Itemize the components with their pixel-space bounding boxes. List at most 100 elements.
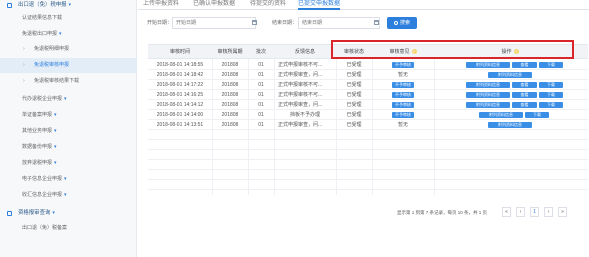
sidebar-item-agent-declare[interactable]: 代办退税企业申报 ▾ bbox=[0, 92, 137, 107]
sidebar-item-export-declare[interactable]: 免退税出口申报 ▾ bbox=[0, 27, 137, 42]
tab-upload[interactable]: 上传申报资料 bbox=[143, 0, 179, 10]
download-button[interactable]: 下载 bbox=[539, 92, 563, 98]
table-row-empty bbox=[148, 170, 588, 180]
column-header-feedback[interactable]: 反馈信息 bbox=[274, 45, 336, 59]
search-button[interactable]: 搜索 bbox=[387, 17, 417, 29]
attachment-info-button[interactable]: 附列资料信息 bbox=[466, 92, 510, 98]
table-row: 2018-08-01 14:14:00 201808 01 挡板不予办理 已受理… bbox=[148, 110, 588, 120]
last-page-button[interactable]: » bbox=[558, 207, 567, 217]
view-button[interactable]: 查看 bbox=[512, 92, 537, 98]
table-row: 2018-08-01 14:13:51 201808 01 正式申报审查，问..… bbox=[148, 120, 588, 130]
download-button[interactable]: 下载 bbox=[539, 82, 563, 88]
cell-opinion: 不予审核 bbox=[372, 80, 434, 90]
sidebar-item-review-result-download[interactable]: › 免退税审核结果下载 bbox=[0, 74, 137, 89]
cell-status: 已受理 bbox=[346, 122, 362, 128]
chevron-down-icon: ▾ bbox=[54, 128, 57, 134]
attachment-info-button[interactable]: 附列资料信息 bbox=[479, 112, 523, 118]
sidebar-item-waive-refund[interactable]: 放弃退税申报 ▾ bbox=[0, 156, 137, 171]
table-row: 2018-08-01 14:16:25 201808 01 正式申报审核不可..… bbox=[148, 90, 588, 100]
attachment-info-button[interactable]: 附列资料信息 bbox=[466, 102, 510, 108]
document-icon bbox=[7, 211, 12, 216]
cell-review-time: 2018-08-01 14:14:12 bbox=[156, 102, 204, 108]
chevron-down-icon: ▾ bbox=[68, 2, 72, 8]
cell-feedback[interactable]: 正式申报审查，问... bbox=[274, 100, 336, 110]
table-row-empty bbox=[148, 180, 588, 190]
first-page-button[interactable]: « bbox=[502, 207, 511, 217]
cell-feedback[interactable]: 正式申报审查，问... bbox=[274, 120, 336, 130]
cell-batch: 01 bbox=[258, 122, 264, 128]
download-button[interactable]: 下载 bbox=[539, 62, 563, 68]
cell-feedback[interactable]: 正式申报审核不可... bbox=[274, 90, 336, 100]
view-button[interactable]: 查看 bbox=[512, 102, 537, 108]
table-row: 2018-08-01 14:18:55 201808 01 正式申报审核不可..… bbox=[148, 60, 588, 70]
sidebar-item-cert-download[interactable]: 认证结果信息下载 bbox=[0, 11, 137, 26]
attachment-info-button[interactable]: 附列资料信息 bbox=[466, 82, 510, 88]
reject-review-button[interactable]: 不予审核 bbox=[392, 101, 414, 108]
chevron-down-icon: ▾ bbox=[54, 160, 57, 166]
cell-review-time: 2018-08-01 14:18:42 bbox=[156, 72, 204, 78]
tab-bar: 上传申报资料 已确认申报数据 待提交的资料 已提交申报数据 bbox=[138, 0, 589, 10]
download-button[interactable]: 下载 bbox=[525, 112, 549, 118]
table-row-empty bbox=[148, 150, 588, 160]
cell-feedback[interactable]: 正式申报审核不可... bbox=[274, 60, 336, 70]
cell-feedback[interactable]: 正式申报审核不可... bbox=[274, 80, 336, 90]
sidebar-item-review-declare[interactable]: › 免退税审核申报 bbox=[0, 58, 137, 73]
cell-status: 已受理 bbox=[346, 82, 362, 88]
highlight-box bbox=[331, 40, 574, 59]
cell-review-time: 2018-08-01 14:13:51 bbox=[156, 122, 204, 128]
pagination-summary: 显示第 1 到第 7 条记录，每页 10 条，共 1 页 bbox=[397, 210, 488, 215]
cell-status: 已受理 bbox=[346, 112, 362, 118]
sidebar-item-other-business[interactable]: 其他业务申报 ▾ bbox=[0, 124, 137, 139]
sidebar-item-refund-record[interactable]: 出口退（免）税备案 bbox=[0, 221, 137, 236]
main-panel: 上传申报资料 已确认申报数据 待提交的资料 已提交申报数据 开始日期： 结束日期… bbox=[138, 0, 589, 257]
attachment-info-button[interactable]: 附列资料信息 bbox=[488, 122, 532, 128]
table-row: 2018-08-01 14:14:12 201808 01 正式申报审查，问..… bbox=[148, 100, 588, 110]
tab-confirmed[interactable]: 已确认申报数据 bbox=[193, 0, 235, 10]
sidebar-item-document-record[interactable]: 单证备案申报 ▾ bbox=[0, 108, 137, 123]
reject-review-button[interactable]: 不予审核 bbox=[392, 111, 414, 118]
reject-review-button[interactable]: 不予审核 bbox=[392, 81, 414, 88]
calendar-icon[interactable] bbox=[252, 20, 257, 25]
prev-page-button[interactable]: ‹ bbox=[516, 207, 525, 217]
tab-submitted[interactable]: 已提交申报数据 bbox=[298, 0, 341, 10]
start-date-input[interactable] bbox=[172, 17, 256, 29]
cell-period: 201808 bbox=[221, 92, 239, 98]
search-bar: 开始日期： 结束日期： 搜索 bbox=[138, 16, 589, 30]
sidebar-item-detail-declare[interactable]: › 免退税明细申报 bbox=[0, 42, 137, 57]
attachment-info-button[interactable]: 附列资料信息 bbox=[488, 72, 532, 78]
cell-period: 201808 bbox=[221, 102, 239, 108]
tab-pending[interactable]: 待提交的资料 bbox=[250, 0, 286, 10]
attachment-info-button[interactable]: 附列资料信息 bbox=[466, 62, 510, 68]
table-row-empty bbox=[148, 130, 588, 140]
download-button[interactable]: 下载 bbox=[539, 102, 563, 108]
chevron-down-icon: ▾ bbox=[54, 144, 57, 150]
cell-period: 201808 bbox=[221, 82, 239, 88]
end-date-input[interactable] bbox=[298, 17, 380, 29]
calendar-icon[interactable] bbox=[374, 20, 379, 25]
cell-feedback[interactable]: 挡板不予办理 bbox=[274, 110, 336, 120]
reject-review-button[interactable]: 不予审核 bbox=[392, 91, 414, 98]
cell-opinion: 不予审核 bbox=[372, 100, 434, 110]
cell-review-time: 2018-08-01 14:14:00 bbox=[156, 112, 204, 118]
sidebar-item-qualification[interactable]: 资格报审查询 ▾ bbox=[0, 206, 137, 221]
cell-period: 201808 bbox=[221, 62, 239, 68]
next-page-button[interactable]: › bbox=[544, 207, 553, 217]
sidebar-item-data-backup[interactable]: 数据备份申报 ▾ bbox=[0, 140, 137, 155]
chevron-down-icon: ▾ bbox=[54, 112, 57, 118]
sidebar-item-e-info[interactable]: 电子信息企业申报 ▾ bbox=[0, 172, 137, 187]
cell-review-time: 2018-08-01 14:18:55 bbox=[156, 62, 204, 68]
view-button[interactable]: 查看 bbox=[512, 62, 537, 68]
cell-feedback[interactable]: 正式申报审查，问... bbox=[274, 70, 336, 80]
column-header-review-time[interactable]: 审核时间 bbox=[148, 45, 212, 59]
cell-status: 已受理 bbox=[346, 72, 362, 78]
column-header-batch[interactable]: 批次 bbox=[248, 45, 274, 59]
column-header-period[interactable]: 审核所属期 bbox=[212, 45, 248, 59]
cell-opinion: 不予审核 bbox=[372, 110, 434, 120]
cell-batch: 01 bbox=[258, 72, 264, 78]
sidebar-item-forex-info[interactable]: 收汇信息企业申报 ▾ bbox=[0, 188, 137, 203]
page-1-button[interactable]: 1 bbox=[530, 207, 539, 217]
reject-review-button[interactable]: 不予审核 bbox=[392, 61, 414, 68]
cell-batch: 01 bbox=[258, 112, 264, 118]
cell-opinion: 不予审核 bbox=[372, 60, 434, 70]
view-button[interactable]: 查看 bbox=[512, 82, 537, 88]
